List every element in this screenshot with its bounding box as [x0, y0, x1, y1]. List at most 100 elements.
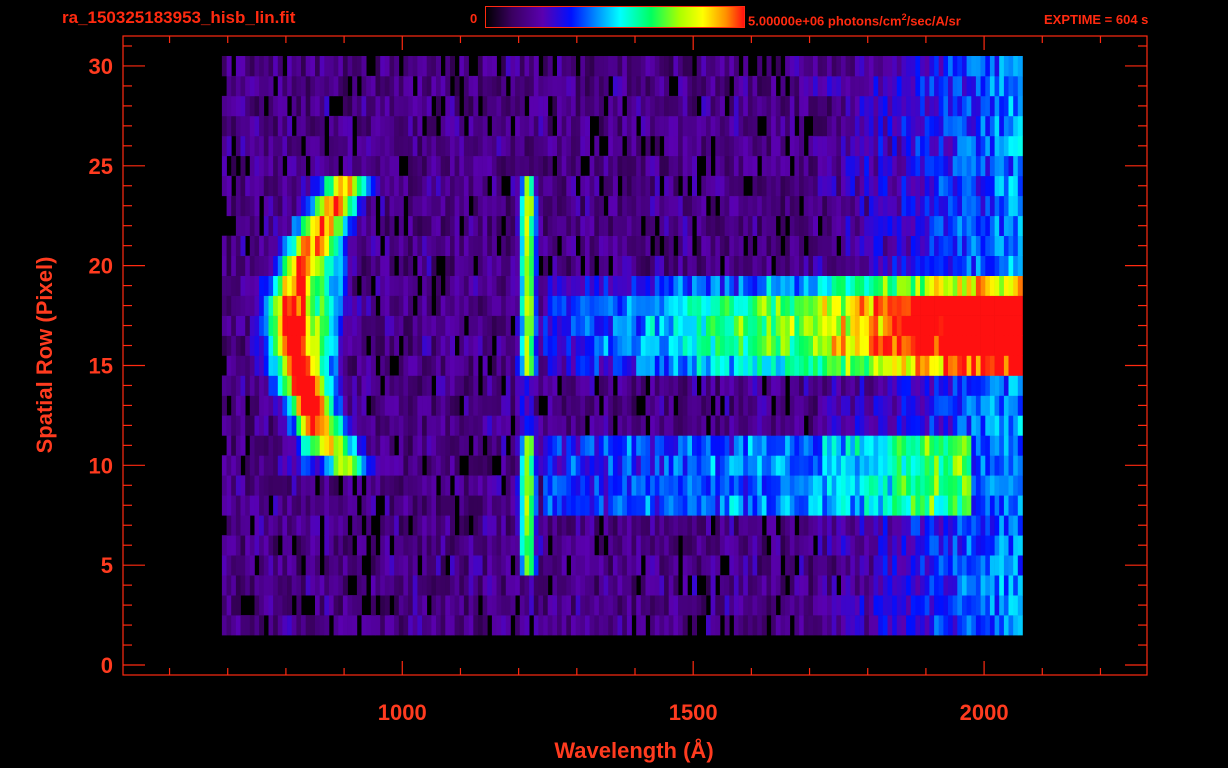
heatmap-cell [482, 195, 488, 217]
heatmap-cell [682, 575, 688, 596]
heatmap-cell [706, 215, 711, 236]
heatmap-cell [766, 295, 772, 316]
heatmap-cell [696, 395, 702, 416]
heatmap-cell [394, 535, 400, 556]
heatmap-cell [1008, 475, 1014, 496]
heatmap-cell [692, 615, 697, 636]
heatmap-cell [221, 495, 227, 516]
heatmap-cell [329, 435, 334, 456]
heatmap-cell [882, 175, 888, 197]
heatmap-cell [384, 475, 390, 496]
heatmap-cell [235, 535, 241, 556]
heatmap-cell [659, 595, 665, 616]
heatmap-cell [529, 575, 535, 596]
heatmap-cell [827, 395, 832, 416]
heatmap-cell [789, 335, 795, 356]
heatmap-cell [240, 535, 246, 556]
heatmap-cell [277, 415, 283, 436]
heatmap-cell [808, 75, 814, 97]
heatmap-cell [426, 535, 432, 556]
heatmap-cell [482, 615, 488, 636]
heatmap-cell [547, 455, 553, 476]
heatmap-cell [980, 595, 986, 616]
heatmap-cell [910, 315, 916, 336]
heatmap-cell [878, 56, 884, 77]
heatmap-cell [952, 395, 958, 416]
heatmap-cell [678, 495, 684, 516]
heatmap-cell [896, 595, 902, 616]
heatmap-cell [268, 315, 274, 336]
heatmap-cell [929, 535, 935, 556]
heatmap-cell [561, 375, 567, 396]
heatmap-cell [310, 95, 316, 117]
heatmap-cell [515, 275, 521, 296]
heatmap-cell [640, 455, 646, 476]
heatmap-cell [631, 95, 637, 117]
heatmap-cell [757, 195, 763, 217]
heatmap-cell [417, 455, 423, 476]
heatmap-cell [733, 515, 739, 536]
heatmap-cell [1008, 435, 1014, 456]
heatmap-cell [459, 195, 465, 217]
heatmap-cell [989, 275, 995, 296]
heatmap-cell [696, 255, 702, 276]
heatmap-cell [342, 175, 348, 197]
heatmap-cell [962, 315, 967, 336]
heatmap-cell [422, 515, 428, 536]
heatmap-cell [310, 155, 316, 177]
heatmap-cell [445, 455, 451, 476]
heatmap-cell [571, 395, 576, 416]
heatmap-cell [924, 115, 930, 137]
heatmap-cell [468, 235, 474, 256]
heatmap-cell [235, 455, 241, 476]
heatmap-cell [822, 455, 828, 476]
heatmap-cell [640, 195, 646, 217]
heatmap-cell [547, 515, 553, 536]
heatmap-cell [543, 115, 549, 137]
heatmap-cell [701, 595, 707, 616]
heatmap-cell [1003, 215, 1009, 236]
heatmap-cell [785, 335, 791, 356]
heatmap-cell [789, 575, 795, 596]
heatmap-cell [319, 395, 325, 416]
heatmap-cell [575, 355, 581, 376]
heatmap-cell [361, 615, 367, 636]
heatmap-cell [538, 415, 544, 436]
heatmap-cell [850, 555, 856, 576]
heatmap-cell [622, 455, 628, 476]
heatmap-cell [915, 415, 921, 436]
heatmap-cell [412, 455, 418, 476]
heatmap-cell [692, 355, 697, 376]
heatmap-cell [417, 315, 423, 336]
heatmap-cell [310, 315, 316, 336]
heatmap-cell [654, 535, 660, 556]
heatmap-cell [631, 75, 637, 97]
heatmap-cell [957, 275, 963, 296]
heatmap-cell [710, 235, 716, 256]
heatmap-cell [254, 415, 260, 436]
heatmap-cell [850, 495, 856, 516]
heatmap-cell [445, 275, 451, 296]
heatmap-cell [934, 215, 940, 236]
heatmap-cell [948, 235, 953, 256]
heatmap-cell [836, 455, 842, 476]
heatmap-cell [552, 295, 558, 316]
heatmap-cell [682, 435, 688, 456]
heatmap-cell [338, 315, 344, 336]
heatmap-cell [817, 455, 823, 476]
heatmap-cell [757, 595, 763, 616]
heatmap-cell [1017, 595, 1023, 616]
heatmap-cell [370, 295, 376, 316]
heatmap-cell [929, 235, 935, 256]
heatmap-cell [878, 215, 884, 236]
heatmap-cell [221, 175, 227, 197]
heatmap-cell [696, 235, 702, 256]
heatmap-cell [515, 435, 521, 456]
heatmap-cell [636, 535, 642, 556]
heatmap-cell [380, 595, 386, 616]
heatmap-cell [510, 435, 516, 456]
heatmap-cell [645, 395, 651, 416]
heatmap-cell [394, 335, 400, 356]
heatmap-cell [757, 515, 763, 536]
heatmap-cell [440, 615, 446, 636]
